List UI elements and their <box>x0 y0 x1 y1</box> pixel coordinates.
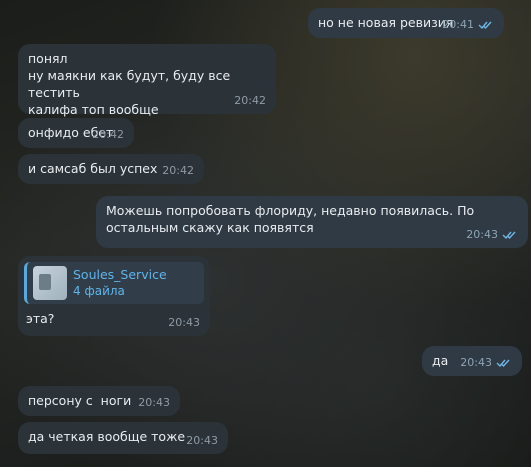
double-check-icon <box>502 231 516 239</box>
message-meta: 20:42 <box>234 92 266 109</box>
message-bubble[interactable]: и самсаб был успех 20:42 <box>18 154 204 184</box>
message-meta: 20:41 <box>442 16 494 33</box>
message-meta: 20:42 <box>92 126 124 143</box>
file-count: 4 файла <box>73 284 125 298</box>
message-meta: 20:43 <box>460 354 512 371</box>
message-text: да четкая вообще тоже <box>28 429 186 444</box>
message-time: 20:43 <box>186 434 218 447</box>
message-text: персону с ноги <box>28 393 132 408</box>
forwarded-files-card[interactable]: Soules_Service 4 файла <box>24 262 204 304</box>
message-meta: 20:43 <box>138 394 170 411</box>
message-bubble[interactable]: да четкая вообще тоже 20:43 <box>18 422 228 454</box>
message-bubble[interactable]: онфидо ебет 20:42 <box>18 118 134 148</box>
message-text: эта? <box>26 311 55 326</box>
message-bubble[interactable]: да 20:43 <box>422 346 522 376</box>
message-bubble[interactable]: но не новая ревизия 20:41 <box>308 8 504 38</box>
file-thumbnail <box>33 266 67 300</box>
message-time: 20:42 <box>234 94 266 107</box>
message-meta: 20:43 <box>186 432 218 449</box>
message-text: да <box>432 353 449 368</box>
message-time: 20:42 <box>162 164 194 177</box>
message-time: 20:43 <box>466 228 498 241</box>
message-meta: 20:43 <box>466 226 518 243</box>
message-bubble[interactable]: Можешь попробовать флориду, недавно появ… <box>96 196 528 248</box>
message-time: 20:41 <box>442 18 474 31</box>
message-bubble[interactable]: персону с ноги 20:43 <box>18 386 180 416</box>
message-text: но не новая ревизия <box>318 15 454 30</box>
message-meta: 20:42 <box>162 162 194 179</box>
message-bubble[interactable]: Soules_Service 4 файла эта? 20:43 <box>18 256 210 336</box>
message-text: и самсаб был успех <box>28 161 158 176</box>
message-meta: 20:43 <box>168 314 200 331</box>
message-text: Можешь попробовать флориду, недавно появ… <box>106 203 475 235</box>
message-time: 20:43 <box>460 356 492 369</box>
double-check-icon <box>478 21 492 29</box>
message-time: 20:43 <box>138 396 170 409</box>
double-check-icon <box>496 359 510 367</box>
message-time: 20:43 <box>168 316 200 329</box>
message-time: 20:42 <box>92 128 124 141</box>
file-sender-name[interactable]: Soules_Service <box>73 266 167 283</box>
message-text: понял ну маякни как будут, буду все тест… <box>28 51 231 117</box>
message-bubble[interactable]: понял ну маякни как будут, буду все тест… <box>18 44 276 117</box>
